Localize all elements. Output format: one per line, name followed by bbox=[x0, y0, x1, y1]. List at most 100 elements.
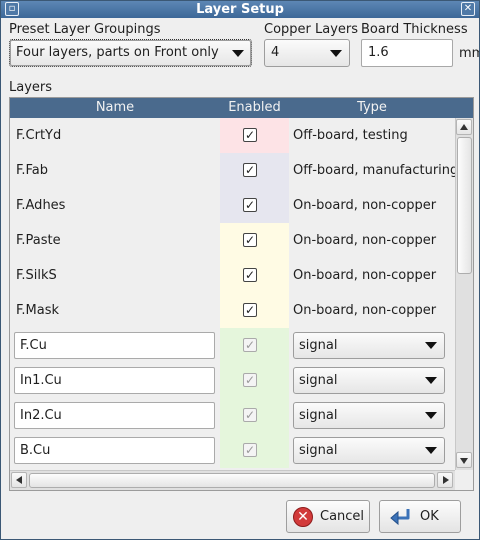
layer-enabled-cell: ✓ bbox=[220, 118, 289, 153]
layer-name-input[interactable]: B.Cu bbox=[14, 437, 215, 464]
layer-type-dropdown[interactable]: signal bbox=[293, 332, 445, 359]
arrow-left-icon bbox=[16, 476, 22, 484]
ok-icon bbox=[390, 509, 410, 526]
layer-enabled-cell: ✓ bbox=[220, 328, 289, 363]
column-header-type[interactable]: Type bbox=[289, 98, 455, 118]
vertical-scroll-thumb[interactable] bbox=[457, 137, 472, 274]
scroll-up-button[interactable] bbox=[456, 119, 472, 135]
layer-type-cell: On-board, non-copper bbox=[293, 233, 437, 248]
layer-name-input[interactable]: F.Cu bbox=[14, 332, 215, 359]
board-thickness-value: 1.6 bbox=[368, 45, 389, 60]
layer-name-input[interactable]: In2.Cu bbox=[14, 402, 215, 429]
scroll-left-button[interactable] bbox=[11, 472, 27, 488]
table-row: F.CrtYd ✓ Off-board, testing bbox=[10, 118, 455, 153]
table-row: F.Adhes ✓ On-board, non-copper bbox=[10, 188, 455, 223]
layer-enabled-cell: ✓ bbox=[220, 258, 289, 293]
layer-enabled-cell: ✓ bbox=[220, 188, 289, 223]
layer-type-cell: Off-board, manufacturing bbox=[293, 163, 459, 178]
thickness-unit: mm bbox=[459, 46, 479, 61]
layer-type-dropdown[interactable]: signal bbox=[293, 367, 445, 394]
enabled-checkbox: ✓ bbox=[243, 373, 257, 387]
horizontal-scroll-thumb[interactable] bbox=[29, 473, 435, 488]
copper-layers-value: 4 bbox=[271, 45, 280, 60]
board-thickness-input[interactable]: 1.6 bbox=[361, 39, 453, 67]
layer-enabled-cell: ✓ bbox=[220, 153, 289, 188]
enabled-checkbox[interactable]: ✓ bbox=[243, 303, 257, 317]
layer-name-input[interactable]: In1.Cu bbox=[14, 367, 215, 394]
arrow-right-icon bbox=[443, 476, 449, 484]
chevron-down-icon bbox=[425, 377, 437, 384]
ok-button[interactable]: OK bbox=[379, 500, 461, 533]
layers-section-label: Layers bbox=[9, 80, 53, 95]
layer-type-cell: signal bbox=[289, 433, 455, 468]
copper-layers-dropdown[interactable]: 4 bbox=[264, 39, 350, 67]
layer-type-cell: On-board, non-copper bbox=[293, 268, 437, 283]
enabled-checkbox: ✓ bbox=[243, 338, 257, 352]
layer-name-cell: F.Paste bbox=[16, 233, 61, 248]
layer-name-cell: In2.Cu bbox=[10, 398, 220, 433]
title-bar[interactable]: ▫ Layer Setup ✕ bbox=[1, 1, 479, 18]
preset-dropdown[interactable]: Four layers, parts on Front only bbox=[9, 39, 252, 67]
layer-name-cell: F.SilkS bbox=[16, 268, 57, 283]
table-row: B.Cu ✓ signal bbox=[10, 433, 455, 468]
column-header-name[interactable]: Name bbox=[10, 98, 220, 118]
layer-type-dropdown[interactable]: signal bbox=[293, 402, 445, 429]
layer-type-value: signal bbox=[299, 373, 338, 388]
table-row: F.Cu ✓ signal bbox=[10, 328, 455, 363]
grid-header: Name Enabled Type bbox=[10, 98, 473, 118]
enabled-checkbox[interactable]: ✓ bbox=[243, 128, 257, 142]
horizontal-scrollbar[interactable] bbox=[10, 470, 455, 490]
enabled-checkbox: ✓ bbox=[243, 408, 257, 422]
board-thickness-label: Board Thickness bbox=[361, 22, 468, 37]
layer-name-cell: F.Mask bbox=[16, 303, 60, 318]
chevron-down-icon bbox=[425, 412, 437, 419]
layer-type-dropdown[interactable]: signal bbox=[293, 437, 445, 464]
table-row: F.Mask ✓ On-board, non-copper bbox=[10, 293, 455, 328]
arrow-up-icon bbox=[460, 124, 468, 130]
enabled-checkbox[interactable]: ✓ bbox=[243, 198, 257, 212]
restore-icon[interactable]: ▫ bbox=[5, 2, 19, 16]
layer-type-value: signal bbox=[299, 338, 338, 353]
close-icon[interactable]: ✕ bbox=[461, 2, 475, 16]
layer-type-cell: signal bbox=[289, 398, 455, 433]
chevron-down-icon bbox=[232, 50, 244, 57]
layer-name-cell: In1.Cu bbox=[10, 363, 220, 398]
table-row: F.Paste ✓ On-board, non-copper bbox=[10, 223, 455, 258]
layer-type-cell: signal bbox=[289, 363, 455, 398]
table-row: In2.Cu ✓ signal bbox=[10, 398, 455, 433]
ok-button-label: OK bbox=[420, 509, 439, 524]
layer-type-cell: signal bbox=[289, 328, 455, 363]
layer-enabled-cell: ✓ bbox=[220, 398, 289, 433]
cancel-button-label: Cancel bbox=[320, 509, 365, 524]
scroll-right-button[interactable] bbox=[437, 472, 453, 488]
scroll-down-button[interactable] bbox=[456, 452, 472, 468]
column-header-enabled[interactable]: Enabled bbox=[220, 98, 289, 118]
vertical-scrollbar[interactable] bbox=[455, 118, 473, 470]
cancel-icon: ✕ bbox=[293, 507, 313, 527]
chevron-down-icon bbox=[425, 447, 437, 454]
layer-type-value: signal bbox=[299, 443, 338, 458]
layer-name-cell: F.Fab bbox=[16, 163, 49, 178]
layer-type-cell: On-board, non-copper bbox=[293, 303, 437, 318]
enabled-checkbox: ✓ bbox=[243, 443, 257, 457]
enabled-checkbox[interactable]: ✓ bbox=[243, 163, 257, 177]
chevron-down-icon bbox=[330, 50, 342, 57]
table-row: F.Fab ✓ Off-board, manufacturing bbox=[10, 153, 459, 188]
layer-name-cell: B.Cu bbox=[10, 433, 220, 468]
enabled-checkbox[interactable]: ✓ bbox=[243, 233, 257, 247]
layer-type-cell: On-board, non-copper bbox=[293, 198, 437, 213]
layer-enabled-cell: ✓ bbox=[220, 433, 289, 468]
cancel-button[interactable]: ✕ Cancel bbox=[286, 500, 370, 533]
layer-enabled-cell: ✓ bbox=[220, 363, 289, 398]
layer-type-value: signal bbox=[299, 408, 338, 423]
enabled-checkbox[interactable]: ✓ bbox=[243, 268, 257, 282]
layer-name-cell: F.CrtYd bbox=[16, 128, 62, 143]
layer-type-cell: Off-board, testing bbox=[293, 128, 408, 143]
preset-label: Preset Layer Groupings bbox=[9, 22, 161, 37]
layer-name-cell: F.Adhes bbox=[16, 198, 66, 213]
layer-enabled-cell: ✓ bbox=[220, 293, 289, 328]
layer-setup-dialog: ▫ Layer Setup ✕ Preset Layer Groupings F… bbox=[0, 0, 480, 540]
chevron-down-icon bbox=[425, 342, 437, 349]
copper-layers-label: Copper Layers bbox=[264, 22, 359, 37]
layers-grid: Name Enabled Type F.CrtYd ✓ Off-board, tes… bbox=[9, 97, 474, 491]
